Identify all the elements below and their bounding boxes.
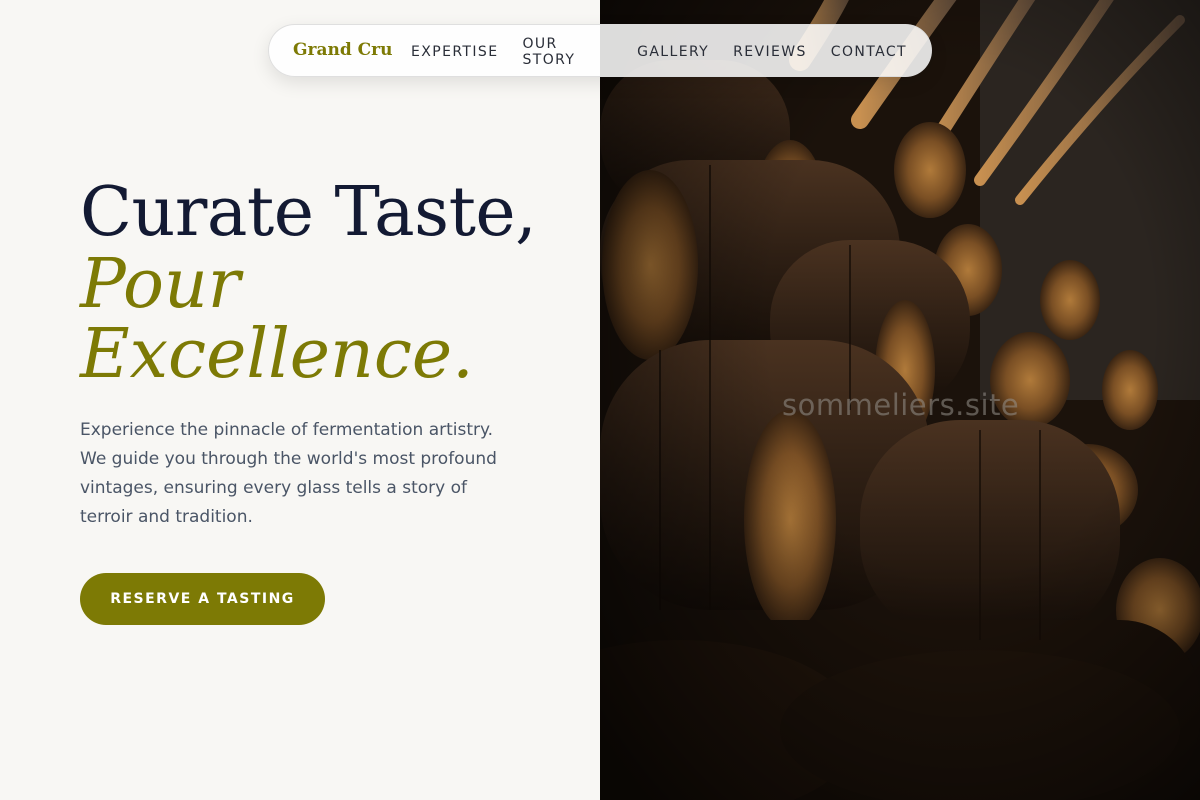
nav-link-reviews[interactable]: REVIEWS	[733, 44, 807, 60]
hero-headline-accent: Pour Excellence.	[80, 245, 474, 394]
top-navigation: Grand Cru EXPERTISE OUR STORY GALLERY RE…	[268, 24, 932, 77]
nav-link-expertise[interactable]: EXPERTISE	[411, 44, 498, 60]
hero-headline: Curate Taste,	[80, 173, 537, 252]
watermark-text: sommeliers.site	[782, 388, 1020, 422]
reserve-tasting-button[interactable]: RESERVE A TASTING	[80, 573, 325, 625]
brand-logo[interactable]: Grand Cru	[293, 40, 393, 60]
nav-link-our-story[interactable]: OUR STORY	[522, 36, 613, 68]
nav-link-gallery[interactable]: GALLERY	[637, 44, 709, 60]
hero-text-panel	[0, 0, 600, 800]
nav-link-contact[interactable]: CONTACT	[831, 44, 907, 60]
nav-links: EXPERTISE OUR STORY GALLERY REVIEWS CONT…	[411, 25, 931, 78]
hero-description: Experience the pinnacle of fermentation …	[80, 420, 497, 527]
